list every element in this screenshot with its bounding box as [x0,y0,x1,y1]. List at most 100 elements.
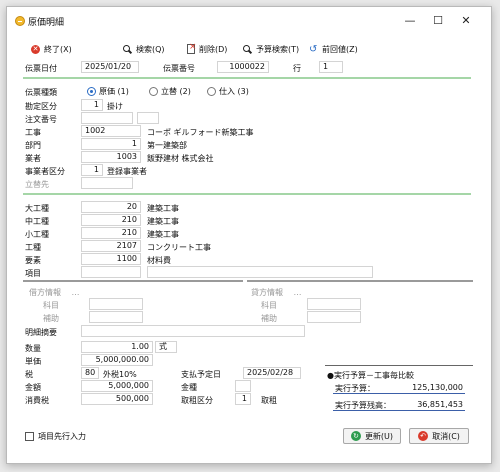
credit-ellipsis: … [293,288,302,297]
item-code-field[interactable] [81,266,141,278]
stop-icon: ✕ [31,44,40,54]
currency-field[interactable] [235,380,251,392]
delete-button[interactable]: 削除(D) [187,41,227,57]
order-no-field[interactable] [81,112,133,124]
credit-subject-field[interactable] [307,298,361,310]
major-code-field[interactable]: 20 [81,201,141,213]
slip-date-label: 伝票日付 [25,64,57,73]
vendor-type-name: 登録事業者 [107,167,147,176]
pay-date-field[interactable]: 2025/02/28 [243,367,301,379]
undo-icon: ↺ [309,43,318,55]
account-code-field[interactable]: 1 [81,99,103,111]
item-first-input-label: 項目先行入力 [38,432,86,441]
trade-type-code-field[interactable]: 1 [235,393,251,405]
tax-name: 外税10% [103,370,137,379]
dept-label: 部門 [25,141,41,150]
app-icon [15,16,25,26]
slip-type-label: 伝票種類 [25,88,57,97]
pay-date-label: 支払予定日 [181,370,221,379]
prev-value-button[interactable]: ↺ 前回値(Z) [309,41,358,57]
minor-label: 小工種 [25,230,49,239]
debit-subject-field[interactable] [89,298,143,310]
refresh-icon: ↻ [350,431,361,441]
summary-label: 明細摘要 [25,328,57,337]
budget-search-button[interactable]: 予算検索(T) [243,41,299,57]
credit-aux-label: 補助 [261,314,277,323]
debit-subject-label: 科目 [43,301,59,310]
slip-date-field[interactable]: 2025/01/20 [81,61,139,73]
radio-purchase[interactable]: 仕入 (3) [207,86,249,97]
unit-field[interactable]: 式 [155,341,177,353]
radio-advance-label: 立替 (2) [161,87,191,96]
middle-code-field[interactable]: 210 [81,214,141,226]
checkbox-icon [25,432,34,441]
dept-code-field[interactable]: 1 [81,138,141,150]
budget-title: ●実行予算－工事毎比較 [327,371,414,380]
row-label: 行 [293,64,301,73]
middle-name: 建築工事 [147,217,179,226]
search-icon [123,44,132,54]
element-label: 要素 [25,256,41,265]
vendor-code-field[interactable]: 1003 [81,151,141,163]
credit-subject-label: 科目 [261,301,277,310]
maximize-button[interactable]: ☐ [429,13,447,29]
advance-label: 立替先 [25,180,49,189]
debit-aux-field[interactable] [89,311,143,323]
debit-aux-label: 補助 [43,314,59,323]
debit-title-text: 借方情報 [29,288,61,297]
row-field[interactable]: 1 [319,61,343,73]
tax-code-field[interactable]: 80 [81,367,99,379]
radio-advance[interactable]: 立替 (2) [149,86,191,97]
radio-cost[interactable]: 原価 (1) [87,86,129,97]
delete-label: 削除(D) [199,44,228,54]
return-icon: ↶ [418,431,429,441]
exec-budget-label: 実行予算： [335,384,375,393]
minor-name: 建築工事 [147,230,179,239]
account-label: 勘定区分 [25,102,57,111]
debit-ellipsis: … [71,288,80,297]
remaining-value: 36,851,453 [417,400,463,409]
item-first-input-checkbox[interactable]: 項目先行入力 [25,431,86,442]
remaining-row: 実行予算残高： 36,851,453 [333,399,465,411]
element-name: 材料費 [147,256,171,265]
type-code-field[interactable]: 2107 [81,240,141,252]
consumption-tax-field[interactable]: 500,000 [81,393,153,405]
radio-icon [207,87,216,96]
budget-search-label: 予算検索(T) [256,44,300,54]
cancel-label: 取消(C) [432,431,460,441]
qty-field[interactable]: 1.00 [81,341,153,353]
search-icon [243,44,252,54]
currency-label: 金種 [181,383,197,392]
minor-code-field[interactable]: 210 [81,227,141,239]
vendor-type-code-field[interactable]: 1 [81,164,103,176]
minimize-button[interactable]: — [401,13,419,29]
order-no-sub-field[interactable] [137,112,159,124]
credit-aux-field[interactable] [307,311,361,323]
exit-button[interactable]: ✕ 終了(X) [31,41,72,57]
update-button[interactable]: ↻ 更新(U) [343,428,401,444]
price-field[interactable]: 5,000,000.00 [81,354,153,366]
separator-line [23,193,471,195]
budget-summary: ●実行予算－工事毎比較 実行予算： 125,130,000 実行予算残高： 36… [325,365,473,415]
major-label: 大工種 [25,204,49,213]
vendor-label: 業者 [25,154,41,163]
summary-field[interactable] [81,325,305,337]
separator-line [23,77,471,79]
type-label: 工種 [25,243,41,252]
close-window-button[interactable]: ✕ [457,13,475,29]
dept-name: 第一建築部 [147,141,187,150]
exit-label: 終了(X) [44,44,72,54]
trade-type-label: 取租区分 [181,396,213,405]
advance-field[interactable] [81,177,133,189]
search-label: 検索(Q) [136,44,165,54]
cancel-button[interactable]: ↶ 取消(C) [409,428,469,444]
delete-icon [187,42,197,54]
project-code-field[interactable]: 1002 [81,125,141,137]
amount-field[interactable]: 5,000,000 [81,380,153,392]
slip-no-field[interactable]: 1000022 [217,61,269,73]
title-bar: 原価明細 — ☐ ✕ [7,7,491,35]
search-button[interactable]: 検索(Q) [123,41,165,57]
element-code-field[interactable]: 1100 [81,253,141,265]
item-name-field[interactable] [147,266,373,278]
amount-label: 金額 [25,383,41,392]
